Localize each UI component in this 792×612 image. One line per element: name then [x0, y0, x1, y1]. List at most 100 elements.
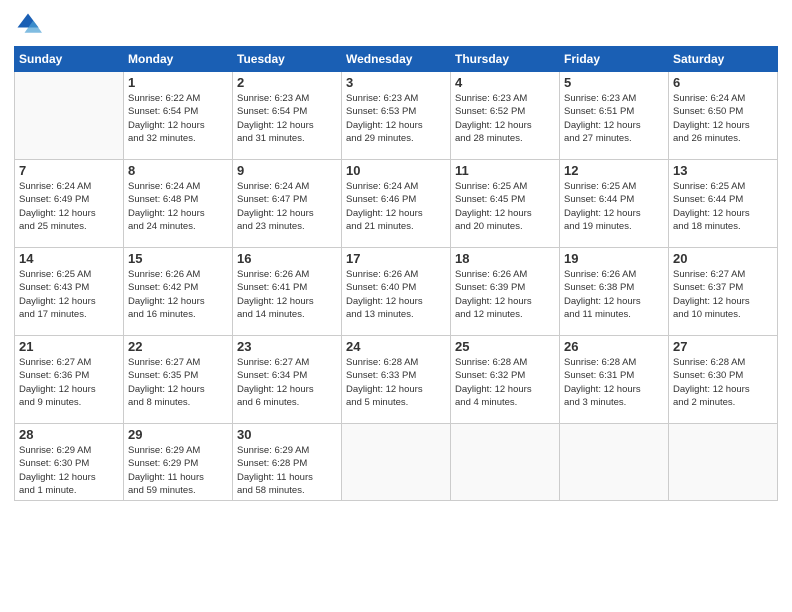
day-number: 10: [346, 163, 446, 178]
calendar-cell: 26 Sunrise: 6:28 AM Sunset: 6:31 PM Dayli…: [560, 336, 669, 424]
day-info: Sunrise: 6:26 AM Sunset: 6:42 PM Dayligh…: [128, 268, 228, 321]
calendar-header-row: SundayMondayTuesdayWednesdayThursdayFrid…: [15, 47, 778, 72]
day-info: Sunrise: 6:28 AM Sunset: 6:31 PM Dayligh…: [564, 356, 664, 409]
calendar-cell: 25 Sunrise: 6:28 AM Sunset: 6:32 PM Dayli…: [451, 336, 560, 424]
calendar-cell: 15Sunrise: 6:26 AM Sunset: 6:42 PM Dayli…: [124, 248, 233, 336]
calendar-cell: 20 Sunrise: 6:27 AM Sunset: 6:37 PM Dayli…: [669, 248, 778, 336]
day-info: Sunrise: 6:29 AM Sunset: 6:30 PM Dayligh…: [19, 444, 119, 497]
day-number: 19: [564, 251, 664, 266]
calendar-cell: 7 Sunrise: 6:24 AM Sunset: 6:49 PM Daylig…: [15, 160, 124, 248]
weekday-header: Wednesday: [342, 47, 451, 72]
day-info: Sunrise: 6:28 AM Sunset: 6:33 PM Dayligh…: [346, 356, 446, 409]
day-info: Sunrise: 6:24 AM Sunset: 6:50 PM Dayligh…: [673, 92, 773, 145]
day-info: Sunrise: 6:23 AM Sunset: 6:51 PM Dayligh…: [564, 92, 664, 145]
calendar-cell: 28 Sunrise: 6:29 AM Sunset: 6:30 PM Dayli…: [15, 424, 124, 501]
day-info: Sunrise: 6:29 AM Sunset: 6:28 PM Dayligh…: [237, 444, 337, 497]
weekday-header: Thursday: [451, 47, 560, 72]
day-info: Sunrise: 6:24 AM Sunset: 6:49 PM Dayligh…: [19, 180, 119, 233]
day-info: Sunrise: 6:23 AM Sunset: 6:54 PM Dayligh…: [237, 92, 337, 145]
day-number: 27: [673, 339, 773, 354]
calendar-cell: 21 Sunrise: 6:27 AM Sunset: 6:36 PM Dayli…: [15, 336, 124, 424]
day-info: Sunrise: 6:25 AM Sunset: 6:44 PM Dayligh…: [673, 180, 773, 233]
day-number: 5: [564, 75, 664, 90]
day-number: 2: [237, 75, 337, 90]
day-number: 6: [673, 75, 773, 90]
day-number: 17: [346, 251, 446, 266]
day-number: 20: [673, 251, 773, 266]
day-info: Sunrise: 6:25 AM Sunset: 6:43 PM Dayligh…: [19, 268, 119, 321]
day-info: Sunrise: 6:24 AM Sunset: 6:47 PM Dayligh…: [237, 180, 337, 233]
calendar-cell: 13 Sunrise: 6:25 AM Sunset: 6:44 PM Dayli…: [669, 160, 778, 248]
day-info: Sunrise: 6:23 AM Sunset: 6:53 PM Dayligh…: [346, 92, 446, 145]
day-info: Sunrise: 6:27 AM Sunset: 6:35 PM Dayligh…: [128, 356, 228, 409]
weekday-header: Friday: [560, 47, 669, 72]
calendar-week-row: 28 Sunrise: 6:29 AM Sunset: 6:30 PM Dayli…: [15, 424, 778, 501]
day-info: Sunrise: 6:28 AM Sunset: 6:32 PM Dayligh…: [455, 356, 555, 409]
day-number: 29: [128, 427, 228, 442]
calendar-cell: 14 Sunrise: 6:25 AM Sunset: 6:43 PM Dayli…: [15, 248, 124, 336]
day-info: Sunrise: 6:27 AM Sunset: 6:37 PM Dayligh…: [673, 268, 773, 321]
page-header: [14, 10, 778, 38]
calendar-cell: [342, 424, 451, 501]
day-info: Sunrise: 6:24 AM Sunset: 6:48 PM Dayligh…: [128, 180, 228, 233]
day-number: 30: [237, 427, 337, 442]
day-info: Sunrise: 6:28 AM Sunset: 6:30 PM Dayligh…: [673, 356, 773, 409]
calendar-week-row: 7 Sunrise: 6:24 AM Sunset: 6:49 PM Daylig…: [15, 160, 778, 248]
calendar-cell: 24 Sunrise: 6:28 AM Sunset: 6:33 PM Dayli…: [342, 336, 451, 424]
calendar-cell: 2 Sunrise: 6:23 AM Sunset: 6:54 PM Daylig…: [233, 72, 342, 160]
day-number: 7: [19, 163, 119, 178]
day-info: Sunrise: 6:27 AM Sunset: 6:36 PM Dayligh…: [19, 356, 119, 409]
calendar-cell: 9 Sunrise: 6:24 AM Sunset: 6:47 PM Daylig…: [233, 160, 342, 248]
calendar-cell: [560, 424, 669, 501]
day-info: Sunrise: 6:23 AM Sunset: 6:52 PM Dayligh…: [455, 92, 555, 145]
day-info: Sunrise: 6:26 AM Sunset: 6:39 PM Dayligh…: [455, 268, 555, 321]
day-number: 9: [237, 163, 337, 178]
calendar-cell: 10 Sunrise: 6:24 AM Sunset: 6:46 PM Dayli…: [342, 160, 451, 248]
day-info: Sunrise: 6:29 AM Sunset: 6:29 PM Dayligh…: [128, 444, 228, 497]
calendar-cell: 8 Sunrise: 6:24 AM Sunset: 6:48 PM Daylig…: [124, 160, 233, 248]
day-number: 1: [128, 75, 228, 90]
day-number: 4: [455, 75, 555, 90]
day-info: Sunrise: 6:25 AM Sunset: 6:44 PM Dayligh…: [564, 180, 664, 233]
calendar-cell: 23Sunrise: 6:27 AM Sunset: 6:34 PM Dayli…: [233, 336, 342, 424]
calendar-cell: 22 Sunrise: 6:27 AM Sunset: 6:35 PM Dayli…: [124, 336, 233, 424]
weekday-header: Sunday: [15, 47, 124, 72]
calendar-week-row: 1Sunrise: 6:22 AM Sunset: 6:54 PM Daylig…: [15, 72, 778, 160]
day-info: Sunrise: 6:26 AM Sunset: 6:38 PM Dayligh…: [564, 268, 664, 321]
day-number: 13: [673, 163, 773, 178]
calendar-cell: 18 Sunrise: 6:26 AM Sunset: 6:39 PM Dayli…: [451, 248, 560, 336]
calendar-cell: 12Sunrise: 6:25 AM Sunset: 6:44 PM Dayli…: [560, 160, 669, 248]
day-number: 24: [346, 339, 446, 354]
day-number: 3: [346, 75, 446, 90]
day-number: 28: [19, 427, 119, 442]
day-number: 22: [128, 339, 228, 354]
calendar-cell: 19 Sunrise: 6:26 AM Sunset: 6:38 PM Dayli…: [560, 248, 669, 336]
calendar-cell: 4 Sunrise: 6:23 AM Sunset: 6:52 PM Daylig…: [451, 72, 560, 160]
day-info: Sunrise: 6:26 AM Sunset: 6:40 PM Dayligh…: [346, 268, 446, 321]
day-number: 18: [455, 251, 555, 266]
calendar-cell: 6 Sunrise: 6:24 AM Sunset: 6:50 PM Daylig…: [669, 72, 778, 160]
day-info: Sunrise: 6:25 AM Sunset: 6:45 PM Dayligh…: [455, 180, 555, 233]
calendar-cell: [15, 72, 124, 160]
day-info: Sunrise: 6:24 AM Sunset: 6:46 PM Dayligh…: [346, 180, 446, 233]
calendar-cell: 16 Sunrise: 6:26 AM Sunset: 6:41 PM Dayli…: [233, 248, 342, 336]
calendar-cell: 30 Sunrise: 6:29 AM Sunset: 6:28 PM Dayli…: [233, 424, 342, 501]
calendar-week-row: 21 Sunrise: 6:27 AM Sunset: 6:36 PM Dayli…: [15, 336, 778, 424]
day-number: 8: [128, 163, 228, 178]
calendar-cell: 29 Sunrise: 6:29 AM Sunset: 6:29 PM Dayli…: [124, 424, 233, 501]
weekday-header: Tuesday: [233, 47, 342, 72]
logo-icon: [14, 10, 42, 38]
day-number: 23: [237, 339, 337, 354]
day-info: Sunrise: 6:26 AM Sunset: 6:41 PM Dayligh…: [237, 268, 337, 321]
calendar-cell: 17 Sunrise: 6:26 AM Sunset: 6:40 PM Dayli…: [342, 248, 451, 336]
logo: [14, 10, 46, 38]
day-number: 21: [19, 339, 119, 354]
day-number: 16: [237, 251, 337, 266]
calendar-cell: 11Sunrise: 6:25 AM Sunset: 6:45 PM Dayli…: [451, 160, 560, 248]
day-number: 25: [455, 339, 555, 354]
day-number: 26: [564, 339, 664, 354]
calendar-week-row: 14 Sunrise: 6:25 AM Sunset: 6:43 PM Dayli…: [15, 248, 778, 336]
weekday-header: Saturday: [669, 47, 778, 72]
day-number: 14: [19, 251, 119, 266]
calendar-cell: [451, 424, 560, 501]
